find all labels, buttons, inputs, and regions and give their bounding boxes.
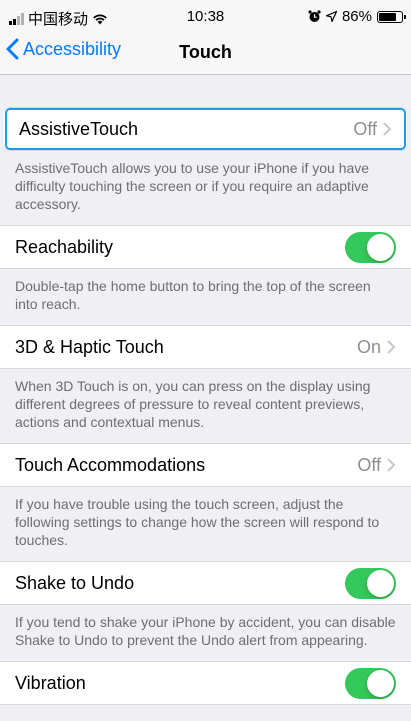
chevron-right-icon (387, 458, 396, 472)
status-bar: 中国移动 10:38 86% (0, 0, 411, 34)
3d-haptic-touch-row[interactable]: 3D & Haptic Touch On (0, 325, 411, 369)
shake-to-undo-row: Shake to Undo (0, 561, 411, 605)
row-label: AssistiveTouch (19, 118, 139, 139)
toggle-knob (367, 569, 394, 597)
row-value: Off (353, 118, 377, 139)
shake-to-undo-toggle[interactable] (345, 567, 396, 599)
back-button-label: Accessibility (23, 38, 122, 59)
assistivetouch-row[interactable]: AssistiveTouch Off (4, 107, 407, 151)
row-label: Vibration (15, 672, 86, 693)
touch-accommodations-row[interactable]: Touch Accommodations Off (0, 443, 411, 487)
settings-list: AssistiveTouch Off AssistiveTouch allows… (0, 75, 411, 705)
row-label: 3D & Haptic Touch (15, 336, 164, 357)
chevron-left-icon (6, 38, 19, 60)
row-label: Touch Accommodations (15, 454, 206, 475)
reachability-toggle[interactable] (345, 231, 396, 263)
top-spacer (0, 75, 411, 107)
battery-fill (379, 12, 397, 21)
row-label: Shake to Undo (15, 572, 135, 593)
row-footer: Double-tap the home button to bring the … (15, 278, 371, 312)
row-value: Off (357, 454, 381, 475)
toggle-knob (367, 233, 394, 261)
toggle-knob (367, 669, 394, 697)
chevron-right-icon (383, 122, 392, 136)
navigation-bar: Accessibility Touch (0, 34, 411, 75)
vibration-toggle[interactable] (345, 667, 396, 699)
row-label: Reachability (15, 236, 114, 257)
row-footer: If you tend to shake your iPhone by acci… (15, 614, 396, 648)
chevron-right-icon (387, 340, 396, 354)
battery-percent: 86% (341, 8, 372, 25)
alarm-icon (308, 10, 321, 22)
battery-icon (377, 10, 406, 23)
row-value: On (356, 336, 381, 357)
row-footer: AssistiveTouch allows you to use your iP… (15, 160, 370, 212)
status-right: 86% (308, 8, 406, 25)
reachability-row: Reachability (0, 225, 411, 269)
row-footer: When 3D Touch is on, you can press on th… (15, 378, 371, 430)
vibration-row: Vibration (0, 661, 411, 705)
back-button[interactable]: Accessibility (6, 38, 121, 60)
row-footer: If you have trouble using the touch scre… (15, 496, 380, 548)
location-arrow-icon (325, 11, 337, 22)
